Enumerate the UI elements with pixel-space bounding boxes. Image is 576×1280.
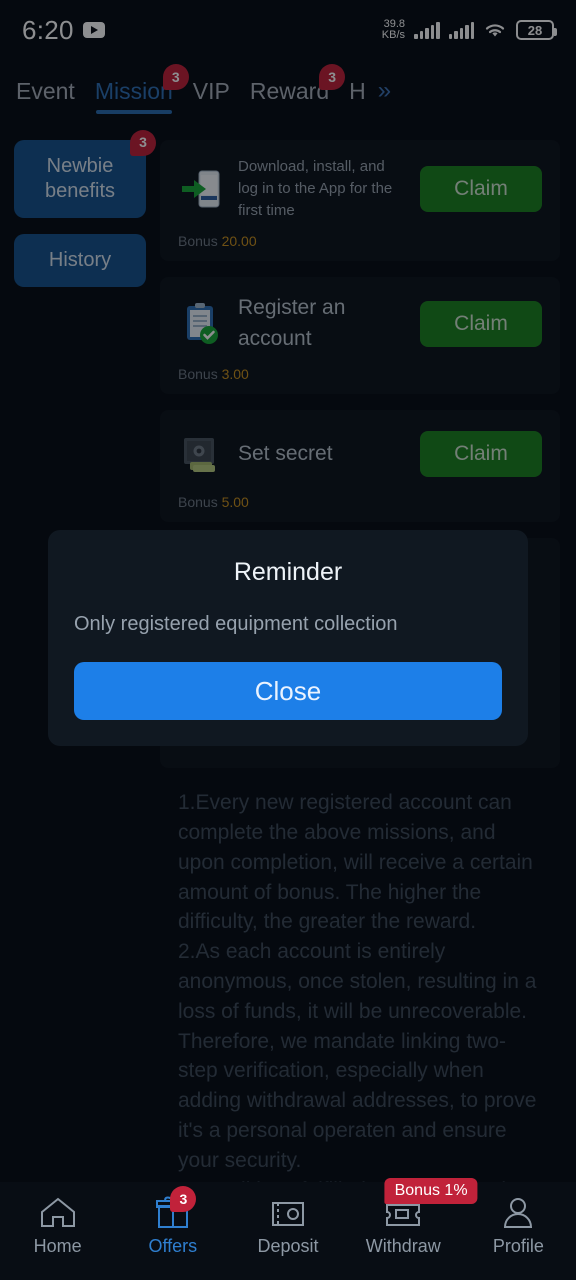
nav-label: Profile	[492, 1236, 544, 1256]
close-button[interactable]: Close	[74, 662, 502, 720]
user-icon	[497, 1192, 539, 1232]
reminder-dialog: Reminder Only registered equipment colle…	[48, 530, 528, 746]
app-screen: 6:20 39.8 KB/s 28 Event Mission 3 VIP Re…	[0, 0, 576, 1280]
nav-item-withdraw[interactable]: Bonus 1% Withdraw	[346, 1178, 478, 1257]
home-icon	[37, 1192, 79, 1232]
dialog-message: Only registered equipment collection	[74, 613, 398, 635]
wallet-icon	[267, 1192, 309, 1232]
nav-item-home[interactable]: Home	[0, 1192, 115, 1257]
nav-label: Deposit	[257, 1236, 319, 1256]
bottom-nav: Home 3 Offers Deposit Bonus 1% Withdraw …	[0, 1178, 576, 1280]
dialog-title: Reminder	[233, 558, 343, 586]
nav-item-profile[interactable]: Profile	[461, 1192, 576, 1257]
nav-item-offers[interactable]: 3 Offers	[115, 1186, 230, 1257]
nav-label: Home	[33, 1236, 82, 1256]
nav-label: Withdraw	[365, 1236, 441, 1256]
nav-item-deposit[interactable]: Deposit	[230, 1192, 345, 1257]
nav-label: Offers	[148, 1236, 198, 1256]
